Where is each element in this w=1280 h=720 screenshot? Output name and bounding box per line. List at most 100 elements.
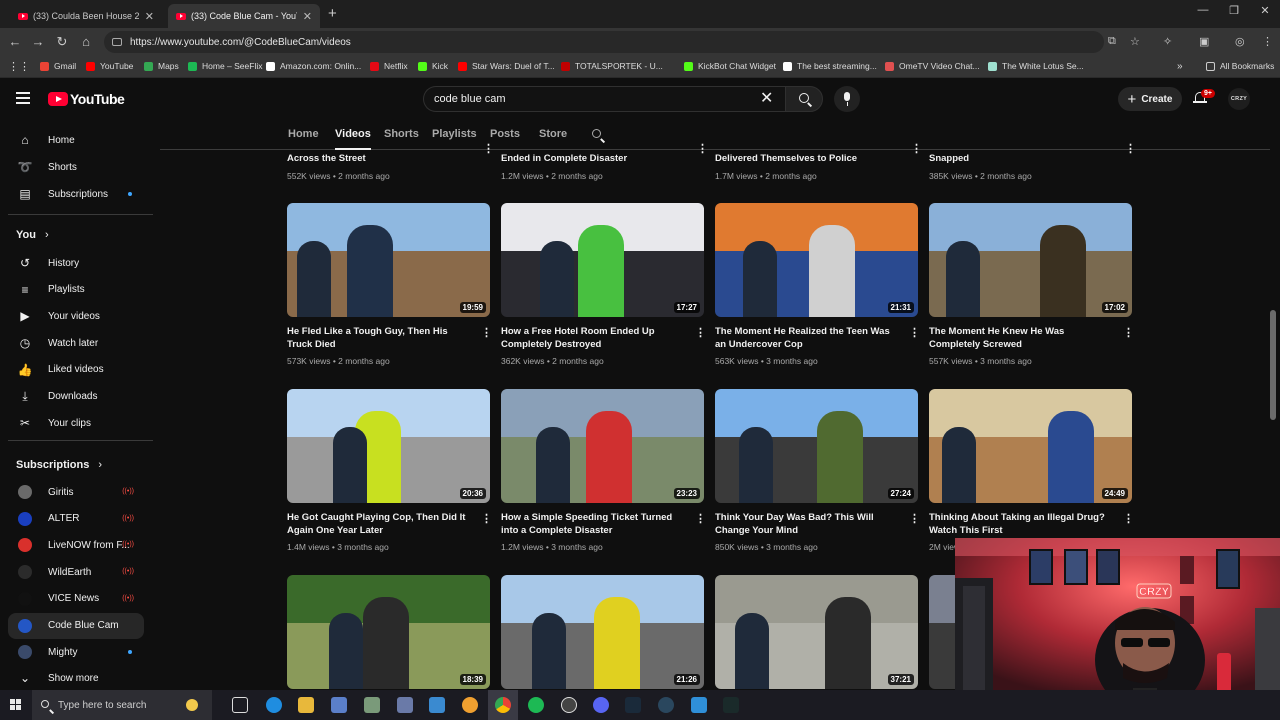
subscription-item[interactable]: LiveNOW from F... ((•)) xyxy=(8,532,144,558)
forward-icon[interactable]: → xyxy=(29,34,47,49)
video-thumbnail[interactable]: 24:49 xyxy=(929,389,1132,503)
app-icon[interactable] xyxy=(331,697,347,713)
video-title[interactable]: Ended in Complete Disaster xyxy=(501,152,687,165)
video-more-icon[interactable]: ⋮ xyxy=(1123,512,1134,525)
video-more-icon[interactable]: ⋮ xyxy=(911,142,922,155)
guide-item-your-videos[interactable]: ▶ Your videos xyxy=(8,303,144,329)
steam-icon[interactable] xyxy=(658,697,674,713)
windows-start-icon[interactable] xyxy=(10,699,22,711)
guide-item-subscriptions[interactable]: ▤ Subscriptions xyxy=(8,181,144,207)
video-more-icon[interactable]: ⋮ xyxy=(483,142,494,155)
obs-icon[interactable] xyxy=(561,697,577,713)
guide-item-downloads[interactable]: ⤓ Downloads xyxy=(8,384,144,410)
bookmark-item[interactable]: TOTALSPORTEK - U... xyxy=(561,61,663,71)
video-thumbnail[interactable]: 20:36 xyxy=(287,389,490,503)
bookmark-item[interactable]: The White Lotus Se... xyxy=(988,61,1084,71)
video-title[interactable]: How a Simple Speeding Ticket Turned into… xyxy=(501,511,687,537)
guide-you-header[interactable]: You › xyxy=(16,229,49,241)
app-icon[interactable] xyxy=(429,697,445,713)
minimize-icon[interactable]: — xyxy=(1188,4,1218,16)
channel-search-icon[interactable] xyxy=(592,129,601,138)
video-more-icon[interactable]: ⋮ xyxy=(1125,142,1136,155)
video-thumbnail[interactable]: 23:23 xyxy=(501,389,704,503)
search-button[interactable] xyxy=(785,86,823,112)
app-icon[interactable] xyxy=(723,697,739,713)
video-title[interactable]: Across the Street xyxy=(287,152,473,165)
guide-item-liked-videos[interactable]: 👍 Liked videos xyxy=(8,357,144,383)
subscription-item[interactable]: Mighty xyxy=(8,639,144,665)
video-thumbnail[interactable]: 17:02 xyxy=(929,203,1132,317)
restore-icon[interactable]: ❐ xyxy=(1219,4,1249,17)
app-icon[interactable] xyxy=(691,697,707,713)
video-thumbnail[interactable]: 17:27 xyxy=(501,203,704,317)
subscription-item[interactable]: Giritis ((•)) xyxy=(8,479,144,505)
show-more-button[interactable]: ⌄ Show more xyxy=(8,665,144,690)
voice-search-button[interactable] xyxy=(834,86,860,112)
video-title[interactable]: The Moment He Knew He Was Completely Scr… xyxy=(929,325,1115,351)
close-window-icon[interactable]: ✕ xyxy=(1250,4,1280,17)
tab-store[interactable]: Store xyxy=(539,128,567,140)
edge-icon[interactable] xyxy=(266,697,282,713)
create-button[interactable]: + Create xyxy=(1118,87,1182,111)
extensions-icon[interactable]: ✧ xyxy=(1163,35,1172,48)
tab-videos[interactable]: Videos xyxy=(335,128,371,140)
guide-item-watch-later[interactable]: ◷ Watch later xyxy=(8,330,144,356)
guide-menu-icon[interactable] xyxy=(16,92,30,104)
new-tab-button[interactable]: + xyxy=(328,5,337,22)
profile-icon[interactable]: ◎ xyxy=(1235,35,1245,48)
taskbar-search-box[interactable]: Type here to search xyxy=(32,690,212,720)
app-icon[interactable] xyxy=(625,697,641,713)
video-title[interactable]: He Fled Like a Tough Guy, Then His Truck… xyxy=(287,325,473,351)
side-panel-icon[interactable]: ▣ xyxy=(1199,35,1209,48)
browser-tab[interactable]: (33) Coulda Been House 2, Epis ✕ xyxy=(10,4,162,28)
install-app-icon[interactable]: ⧉ xyxy=(1108,35,1116,48)
page-scrollbar[interactable] xyxy=(1270,310,1276,420)
bookmark-item[interactable]: Star Wars: Duel of T... xyxy=(458,61,555,71)
bookmark-item[interactable]: Maps xyxy=(144,61,179,71)
clear-search-icon[interactable]: ✕ xyxy=(760,88,773,108)
bookmark-item[interactable]: YouTube xyxy=(86,61,133,71)
tab-shorts[interactable]: Shorts xyxy=(384,128,419,140)
tab-close-icon[interactable]: ✕ xyxy=(303,10,312,23)
guide-item-history[interactable]: ↺ History xyxy=(8,250,144,276)
subscription-item[interactable]: Code Blue Cam xyxy=(8,612,144,639)
video-title[interactable]: How a Free Hotel Room Ended Up Completel… xyxy=(501,325,687,351)
calculator-icon[interactable] xyxy=(364,697,380,713)
app-icon[interactable] xyxy=(462,697,478,713)
youtube-logo[interactable]: YouTube xyxy=(48,91,125,107)
video-title[interactable]: Snapped xyxy=(929,152,1115,165)
video-title[interactable]: Think Your Day Was Bad? This Will Change… xyxy=(715,511,901,537)
bookmark-item[interactable]: Amazon.com: Onlin... xyxy=(266,61,361,71)
bookmark-star-icon[interactable]: ☆ xyxy=(1130,35,1140,48)
video-more-icon[interactable]: ⋮ xyxy=(695,326,706,339)
bookmark-item[interactable]: Netflix xyxy=(370,61,408,71)
guide-item-home[interactable]: ⌂ Home xyxy=(8,127,144,153)
site-info-icon[interactable] xyxy=(112,38,122,46)
guide-item-your-clips[interactable]: ✂ Your clips xyxy=(8,410,144,436)
video-title[interactable]: Delivered Themselves to Police xyxy=(715,152,901,165)
all-bookmarks-folder[interactable]: All Bookmarks xyxy=(1206,61,1274,71)
task-view-icon[interactable] xyxy=(232,697,248,713)
video-title[interactable]: He Got Caught Playing Cop, Then Did It A… xyxy=(287,511,473,537)
bookmark-item[interactable]: Gmail xyxy=(40,61,76,71)
video-title[interactable]: Thinking About Taking an Illegal Drug? W… xyxy=(929,511,1115,537)
bookmark-item[interactable]: The best streaming... xyxy=(783,61,877,71)
bookmark-item[interactable]: KickBot Chat Widget xyxy=(684,61,776,71)
video-more-icon[interactable]: ⋮ xyxy=(697,142,708,155)
video-thumbnail[interactable]: 19:59 xyxy=(287,203,490,317)
video-thumbnail[interactable]: 21:31 xyxy=(715,203,918,317)
video-more-icon[interactable]: ⋮ xyxy=(1123,326,1134,339)
reload-icon[interactable]: ↻ xyxy=(53,34,71,50)
apps-grid-icon[interactable]: ⋮⋮ xyxy=(8,60,30,73)
bookmark-item[interactable]: OmeTV Video Chat... xyxy=(885,61,980,71)
tab-posts[interactable]: Posts xyxy=(490,128,520,140)
video-more-icon[interactable]: ⋮ xyxy=(695,512,706,525)
video-thumbnail[interactable]: 21:26 xyxy=(501,575,704,689)
tab-home[interactable]: Home xyxy=(288,128,319,140)
video-more-icon[interactable]: ⋮ xyxy=(481,326,492,339)
video-more-icon[interactable]: ⋮ xyxy=(909,512,920,525)
browser-tab-active[interactable]: (33) Code Blue Cam - YouTube ✕ xyxy=(168,4,320,28)
browser-menu-icon[interactable]: ⋮ xyxy=(1262,35,1273,48)
video-more-icon[interactable]: ⋮ xyxy=(909,326,920,339)
guide-item-playlists[interactable]: ≡ Playlists xyxy=(8,277,144,303)
